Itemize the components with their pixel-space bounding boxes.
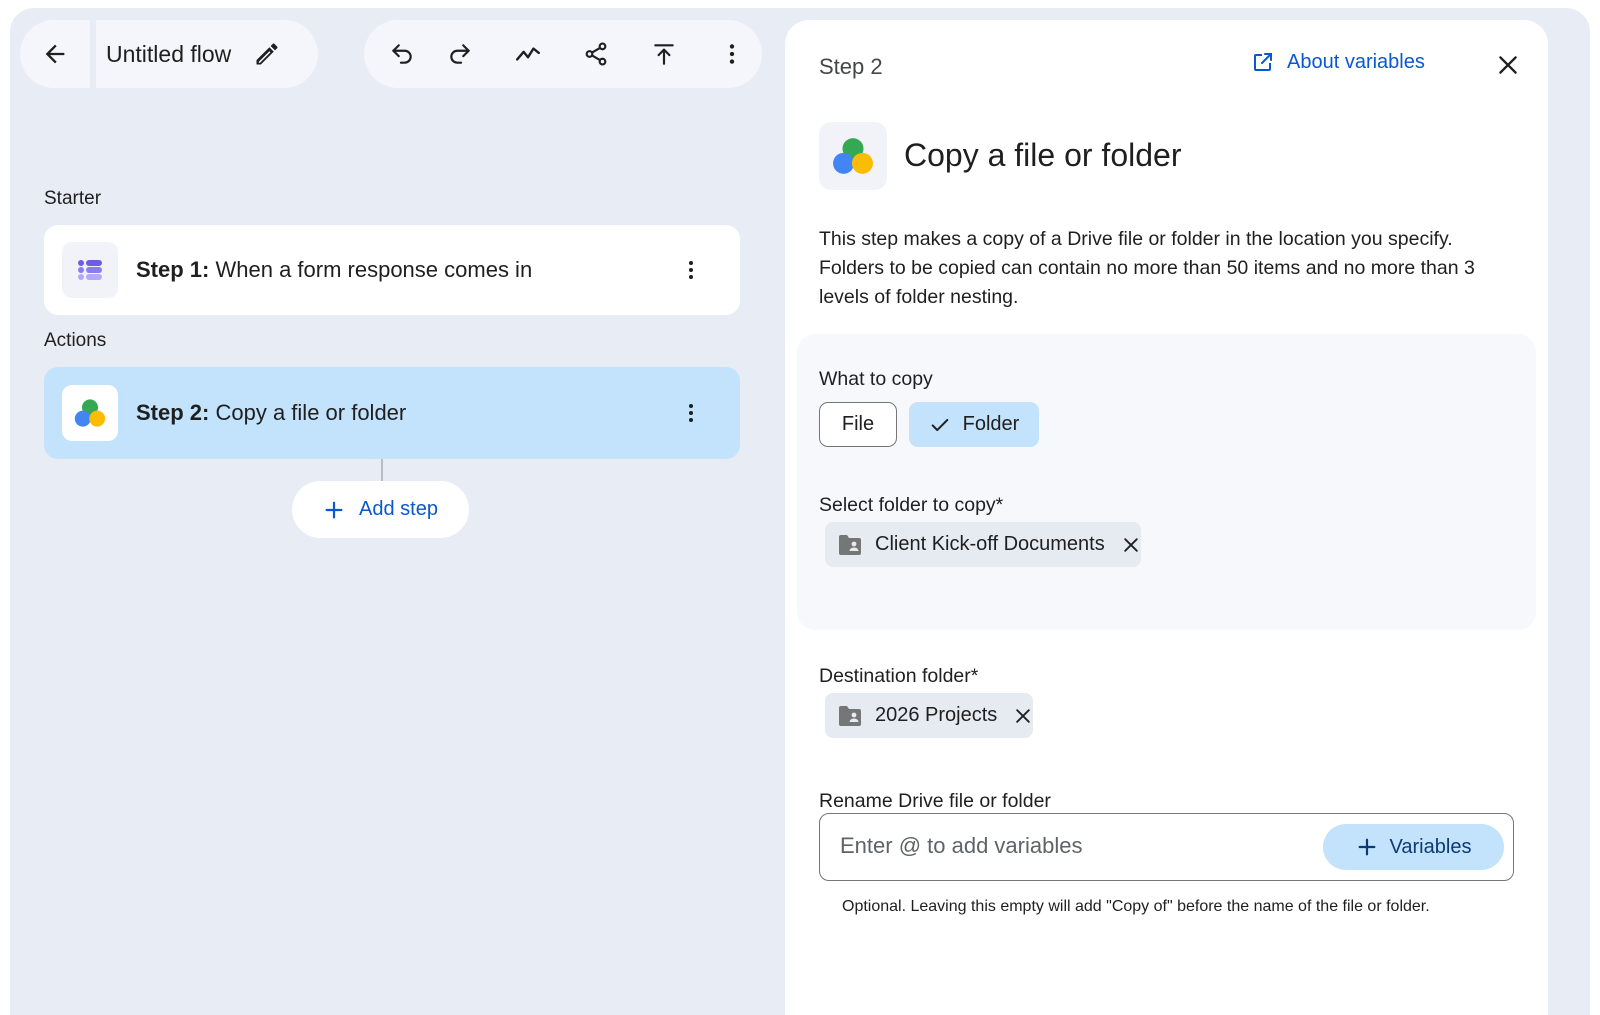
folder-option-button[interactable]: Folder [909, 402, 1039, 447]
back-button[interactable] [20, 20, 90, 88]
selected-folder-chip: Client Kick-off Documents [825, 522, 1141, 567]
plus-icon [325, 501, 343, 518]
close-panel-button[interactable] [1493, 50, 1523, 80]
close-icon [1123, 537, 1138, 552]
pencil-icon [256, 43, 278, 65]
file-option-button[interactable]: File [819, 402, 897, 447]
open-in-new-icon [1254, 53, 1272, 71]
what-to-copy-label: What to copy [819, 368, 933, 390]
step-1-text: Step 1: When a form response comes in [136, 257, 533, 282]
flow-title-pill: Untitled flow [96, 20, 318, 88]
add-step-label: Add step [359, 498, 438, 520]
arrow-back-icon [45, 44, 65, 64]
drive-icon [62, 385, 118, 441]
actions-label: Actions [44, 330, 107, 351]
more-options-button[interactable] [712, 34, 752, 74]
select-folder-label: Select folder to copy* [819, 494, 1004, 516]
publish-icon [654, 44, 674, 65]
shared-folder-icon [839, 705, 861, 726]
flow-editor: Untitled flow Starter Step 1: When a for… [10, 8, 1590, 1015]
step-1-menu-button[interactable] [676, 250, 706, 290]
about-variables-link[interactable]: About variables [1251, 50, 1425, 74]
variables-button-label: Variables [1389, 835, 1472, 858]
step-connector [381, 459, 383, 481]
plus-icon [1358, 838, 1375, 856]
rename-field: Variables [819, 813, 1514, 881]
about-variables-label: About variables [1287, 50, 1425, 73]
step-details-panel: Step 2 About variables Copy a file or fo… [785, 20, 1548, 1015]
destination-folder-name: 2026 Projects [875, 704, 998, 726]
step-description: This step makes a copy of a Drive file o… [819, 228, 1475, 308]
variables-button[interactable]: Variables [1323, 824, 1504, 870]
file-option-label: File [841, 413, 875, 435]
selected-folder-name: Client Kick-off Documents [875, 533, 1105, 555]
redo-button[interactable] [440, 34, 480, 74]
destination-folder-chip: 2026 Projects [825, 693, 1034, 738]
toolbar-actions [364, 20, 762, 88]
form-icon [62, 242, 118, 298]
more-vert-icon [729, 44, 735, 64]
folder-option-label: Folder [962, 413, 1020, 435]
shared-folder-icon [839, 534, 861, 555]
panel-step-label: Step 2 [819, 54, 883, 79]
share-button[interactable] [576, 34, 616, 74]
starter-label: Starter [44, 188, 102, 209]
remove-destination-folder-button[interactable] [1013, 706, 1033, 726]
drive-icon [819, 122, 887, 190]
flow-title: Untitled flow [106, 40, 232, 67]
step-2-menu-button[interactable] [676, 393, 706, 433]
more-vert-icon [689, 261, 693, 279]
redo-icon [450, 44, 470, 64]
undo-icon [392, 44, 412, 64]
destination-folder-label: Destination folder* [819, 665, 979, 687]
undo-button[interactable] [382, 34, 422, 74]
add-step-button[interactable]: Add step [292, 481, 469, 538]
rename-label: Rename Drive file or folder [819, 790, 1051, 812]
rename-helper-text: Optional. Leaving this empty will add "C… [842, 898, 1430, 915]
panel-title: Copy a file or folder [904, 137, 1182, 173]
rename-input[interactable] [840, 828, 1300, 864]
share-icon [585, 42, 607, 66]
remove-selected-folder-button[interactable] [1121, 535, 1141, 555]
close-icon [1499, 56, 1517, 74]
publish-button[interactable] [644, 34, 684, 74]
close-icon [1016, 708, 1031, 723]
activity-icon [515, 47, 541, 61]
step-2-text: Step 2: Copy a file or folder [136, 400, 407, 425]
activity-button[interactable] [508, 34, 548, 74]
check-icon [931, 418, 948, 431]
step-2-card[interactable]: Step 2: Copy a file or folder [44, 367, 740, 459]
edit-title-button[interactable] [253, 40, 281, 68]
more-vert-icon [689, 404, 693, 422]
step-1-card[interactable]: Step 1: When a form response comes in [44, 225, 740, 315]
